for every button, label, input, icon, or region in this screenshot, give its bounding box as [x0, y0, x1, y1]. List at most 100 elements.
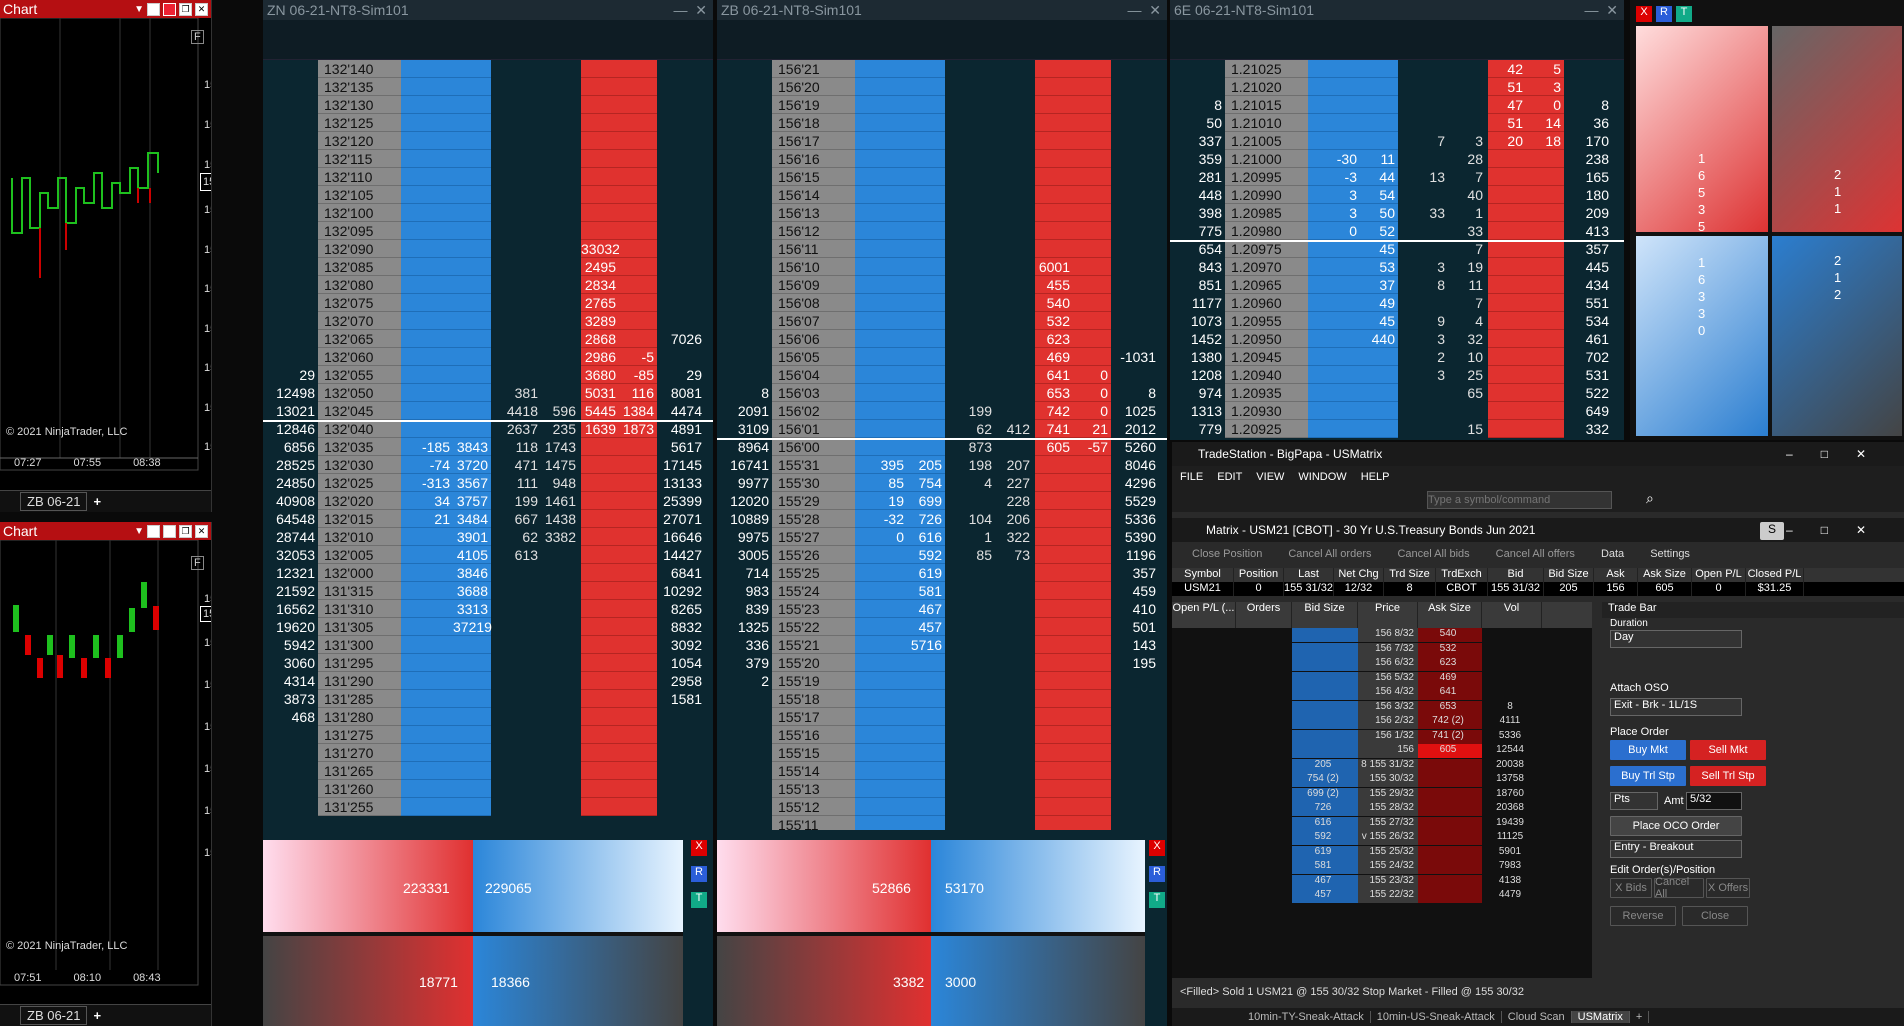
matrix-row[interactable]: 457 155 22/32 4479 — [1172, 889, 1592, 903]
ask-cell[interactable] — [1035, 186, 1073, 204]
ask-cell[interactable] — [1488, 276, 1526, 294]
ladder-row[interactable]: 379 155'20 195 — [717, 654, 1167, 672]
bid-cell[interactable] — [401, 780, 453, 798]
close-button[interactable]: ✕ — [195, 2, 208, 16]
ask-cell[interactable]: 51 — [1488, 114, 1526, 132]
ladder-row[interactable]: 156'18 — [717, 114, 1167, 132]
ladder-row[interactable]: 156'08 540 — [717, 294, 1167, 312]
ask-size-cell[interactable]: 641 — [1418, 686, 1482, 700]
ladder-row[interactable]: 359 1.21000 -30 11 28 238 — [1170, 150, 1624, 168]
bid-size-cell[interactable]: 754 (2) — [1292, 773, 1358, 787]
price-cell[interactable]: 156 1/32 — [1358, 729, 1418, 744]
ask-size-cell[interactable]: 532 — [1418, 642, 1482, 657]
tab-cloud-scan[interactable]: Cloud Scan — [1502, 1011, 1572, 1023]
bid-cell[interactable] — [855, 60, 907, 78]
ladder-row[interactable]: 156'20 — [717, 78, 1167, 96]
bid-cell[interactable] — [855, 330, 907, 348]
bid-cell[interactable] — [1308, 240, 1360, 258]
ask-size-cell[interactable] — [1418, 860, 1482, 874]
matrix-row[interactable]: 592 v 155 26/32 11125 — [1172, 831, 1592, 845]
vol-cell[interactable]: 13758 — [1482, 773, 1542, 787]
ask-cell[interactable]: 532 — [1035, 312, 1073, 330]
ladder-row[interactable]: 156'11 — [717, 240, 1167, 258]
bid-cell[interactable] — [401, 672, 453, 690]
search-icon[interactable]: ⌕ — [1646, 490, 1654, 507]
bid-cell[interactable] — [855, 312, 907, 330]
bid-cell[interactable] — [855, 276, 907, 294]
price-cell[interactable]: 155 30/32 — [1358, 773, 1418, 787]
ladder-row[interactable]: 132'065 2868 7026 — [263, 330, 713, 348]
bid-cell[interactable] — [1308, 78, 1360, 96]
ladder-row[interactable]: 1325 155'22 457 501 — [717, 618, 1167, 636]
bid-cell[interactable] — [855, 168, 907, 186]
f-button[interactable]: F — [191, 556, 204, 570]
ladder-row[interactable]: 775 1.20980 0 52 33 413 — [1170, 222, 1624, 240]
ask-cell[interactable] — [1488, 348, 1526, 366]
menu-edit[interactable]: EDIT — [1217, 471, 1242, 483]
ask-size-cell[interactable] — [1418, 758, 1482, 773]
bid-cell[interactable] — [401, 78, 453, 96]
bid-cell[interactable] — [855, 798, 907, 816]
ladder-row[interactable]: 21592 131'315 3688 10292 — [263, 582, 713, 600]
bid-cell[interactable] — [1308, 366, 1360, 384]
ask-size-cell[interactable] — [1418, 874, 1482, 889]
chart-tab[interactable]: ZB 06-21 — [20, 1006, 88, 1025]
ladder-row[interactable]: 779 1.20925 15 332 — [1170, 420, 1624, 438]
menu-view[interactable]: VIEW — [1256, 471, 1284, 483]
ask-cell[interactable]: 2834 — [581, 276, 619, 294]
vol-cell[interactable] — [1482, 642, 1542, 657]
vol-cell[interactable]: 5901 — [1482, 845, 1542, 860]
matrix-row[interactable]: 156 7/32 532 — [1172, 642, 1592, 657]
ladder-row[interactable]: 155'11 — [717, 816, 1167, 830]
ask-cell[interactable] — [1035, 762, 1073, 780]
duration-select[interactable]: Day — [1610, 630, 1742, 648]
bid-cell[interactable] — [401, 726, 453, 744]
ask-cell[interactable] — [581, 672, 619, 690]
matrix-grid[interactable]: 156 8/32 540 156 7/32 532 156 6/32 623 156 5/3… — [1172, 628, 1592, 978]
ladder-row[interactable]: 3060 131'295 1054 — [263, 654, 713, 672]
bid-cell[interactable] — [401, 186, 453, 204]
add-tab-button[interactable]: + — [1630, 1011, 1650, 1023]
ask-cell[interactable]: 2868 — [581, 330, 619, 348]
ladder-row[interactable]: 468 131'280 — [263, 708, 713, 726]
exit-select[interactable]: Exit - Brk - 1L/1S — [1610, 698, 1742, 716]
ask-cell[interactable] — [1035, 528, 1073, 546]
ask-size-cell[interactable] — [1418, 889, 1482, 903]
ladder-row[interactable]: 156'06 623 — [717, 330, 1167, 348]
ask-cell[interactable] — [581, 474, 619, 492]
matrix-row[interactable]: 156 605 12544 — [1172, 744, 1592, 758]
ask-cell[interactable]: 641 — [1035, 366, 1073, 384]
price-cell[interactable]: 155 29/32 — [1358, 787, 1418, 802]
ask-size-cell[interactable]: 742 (2) — [1418, 715, 1482, 729]
bid-size-cell[interactable] — [1292, 657, 1358, 671]
bid-cell[interactable] — [855, 348, 907, 366]
bid-cell[interactable] — [401, 420, 453, 438]
ask-cell[interactable] — [581, 186, 619, 204]
matrix-row[interactable]: 156 8/32 540 — [1172, 628, 1592, 642]
bid-cell[interactable]: 3 — [1308, 204, 1360, 222]
vol-cell[interactable]: 5336 — [1482, 729, 1542, 744]
ladder-row[interactable]: 12846 132'040 2637 235 1639 1873 4891 — [263, 420, 713, 438]
bid-cell[interactable] — [401, 348, 453, 366]
bid-cell[interactable] — [855, 366, 907, 384]
close-x-button[interactable]: X — [1149, 840, 1165, 856]
ask-cell[interactable]: 2765 — [581, 294, 619, 312]
matrix-row[interactable]: 754 (2) 155 30/32 13758 — [1172, 773, 1592, 787]
bid-cell[interactable] — [401, 114, 453, 132]
pts-select[interactable]: Pts — [1610, 792, 1658, 810]
bid-cell[interactable] — [855, 204, 907, 222]
vol-cell[interactable]: 7983 — [1482, 860, 1542, 874]
price-cell[interactable]: 156 4/32 — [1358, 686, 1418, 700]
ask-cell[interactable]: 741 — [1035, 420, 1073, 438]
ask-cell[interactable] — [1035, 240, 1073, 258]
vol-cell[interactable]: 12544 — [1482, 744, 1542, 758]
ask-cell[interactable] — [581, 618, 619, 636]
bid-cell[interactable] — [401, 222, 453, 240]
ask-cell[interactable] — [1035, 510, 1073, 528]
bid-cell[interactable] — [401, 366, 453, 384]
bid-cell[interactable] — [855, 78, 907, 96]
ladder-row[interactable]: 3109 156'01 62 412 741 21 2012 — [717, 420, 1167, 438]
bid-cell[interactable] — [855, 780, 907, 798]
price-cell[interactable]: 155 22/32 — [1358, 889, 1418, 903]
price-cell[interactable]: 156 7/32 — [1358, 642, 1418, 657]
